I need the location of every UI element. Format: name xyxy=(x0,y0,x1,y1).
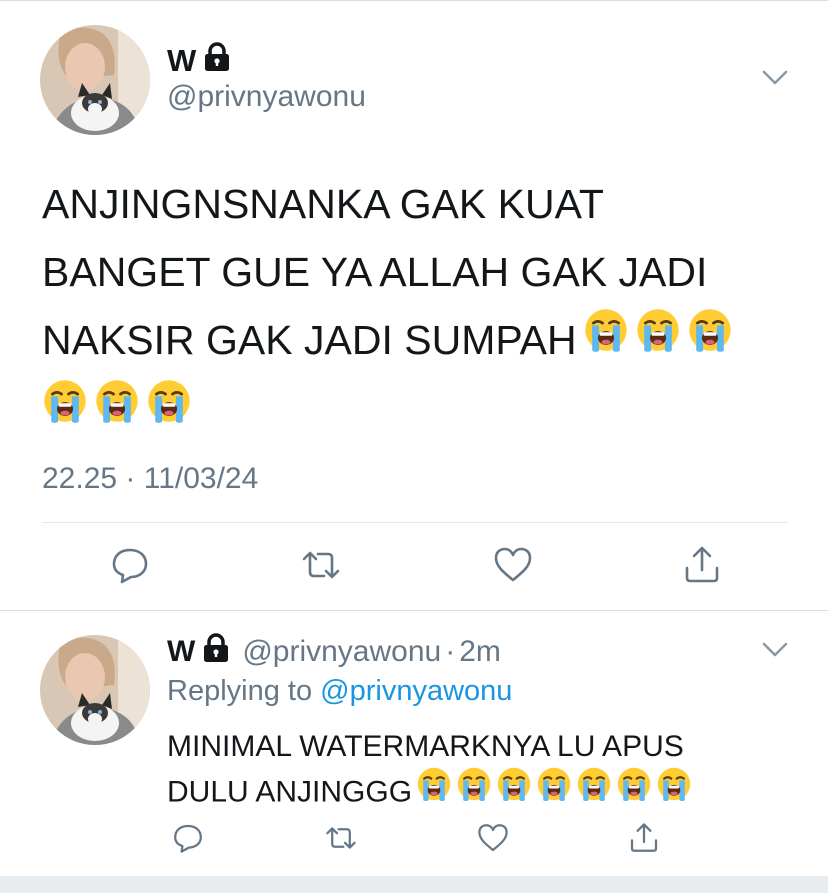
replying-prefix: Replying to xyxy=(167,675,313,707)
reply-avatar[interactable] xyxy=(40,635,150,745)
time-separator: · xyxy=(445,635,456,668)
reply-icon xyxy=(172,822,204,859)
emoji-line xyxy=(36,377,787,448)
reply-handle[interactable]: @privnyawonu xyxy=(242,635,441,669)
share-icon xyxy=(682,545,722,590)
loudly-crying-face-icon xyxy=(536,766,572,815)
loudly-crying-face-icon xyxy=(456,766,492,815)
reply-tweet-text: MINIMAL WATERMARKNYA LU APUS DULU ANJING… xyxy=(167,724,787,818)
timeline-gap xyxy=(0,876,828,893)
main-author-name[interactable]: W xyxy=(167,43,196,79)
tweet-line: NAKSIR GAK JADI SUMPAH xyxy=(42,306,787,377)
like-icon xyxy=(477,822,509,859)
share-button[interactable] xyxy=(628,822,660,859)
share-icon xyxy=(628,822,660,859)
main-tweet-text: ANJINGNSNANKA GAK KUAT BANGET GUE YA ALL… xyxy=(42,170,787,448)
reply-icon xyxy=(110,545,150,590)
replying-mention[interactable]: @privnyawonu xyxy=(320,675,512,707)
loudly-crying-face-icon xyxy=(416,766,452,815)
reply-author-name[interactable]: W xyxy=(167,635,195,669)
top-divider xyxy=(0,0,828,1)
like-icon xyxy=(493,545,533,590)
loudly-crying-face-icon xyxy=(656,766,692,815)
lock-icon xyxy=(203,42,231,80)
main-author-row: W xyxy=(167,42,231,80)
reply-line: MINIMAL WATERMARKNYA LU APUS xyxy=(167,730,684,763)
like-button[interactable] xyxy=(477,822,509,859)
loudly-crying-face-icon xyxy=(496,766,532,815)
replying-to: Replying to @privnyawonu xyxy=(167,675,512,708)
loudly-crying-face-icon xyxy=(146,376,192,444)
reply-button[interactable] xyxy=(110,545,150,590)
tweet-separator xyxy=(0,610,828,611)
loudly-crying-face-icon xyxy=(616,766,652,815)
main-action-bar xyxy=(110,545,722,589)
main-avatar[interactable] xyxy=(40,25,150,135)
tweet-timestamp[interactable]: 22.25 · 11/03/24 xyxy=(42,462,258,496)
retweet-icon xyxy=(323,822,359,859)
reply-action-bar xyxy=(172,822,660,858)
loudly-crying-face-icon xyxy=(635,305,681,373)
chevron-down-icon[interactable] xyxy=(762,70,788,91)
loudly-crying-face-icon xyxy=(94,376,140,444)
chevron-down-icon[interactable] xyxy=(762,642,788,663)
tweet-line: BANGET GUE YA ALLAH GAK JADI xyxy=(42,249,708,295)
main-handle[interactable]: @privnyawonu xyxy=(167,80,366,114)
reply-age[interactable]: 2m xyxy=(459,635,501,669)
retweet-button[interactable] xyxy=(323,822,359,859)
retweet-icon xyxy=(299,545,343,590)
stats-divider xyxy=(42,522,788,523)
loudly-crying-face-icon xyxy=(42,376,88,444)
lock-icon xyxy=(202,633,230,671)
tweet-line: ANJINGNSNANKA GAK KUAT xyxy=(42,181,604,227)
reply-button[interactable] xyxy=(172,822,204,859)
like-button[interactable] xyxy=(493,545,533,590)
retweet-button[interactable] xyxy=(299,545,343,590)
tweet-line-text: NAKSIR GAK JADI SUMPAH xyxy=(42,317,577,363)
reply-line-text: DULU ANJINGGG xyxy=(167,775,413,809)
reply-author-row: W @privnyawonu · 2m xyxy=(167,633,501,671)
reply-line: DULU ANJINGGG xyxy=(167,766,787,818)
loudly-crying-face-icon xyxy=(687,305,733,373)
loudly-crying-face-icon xyxy=(576,766,612,815)
share-button[interactable] xyxy=(682,545,722,590)
loudly-crying-face-icon xyxy=(583,305,629,373)
